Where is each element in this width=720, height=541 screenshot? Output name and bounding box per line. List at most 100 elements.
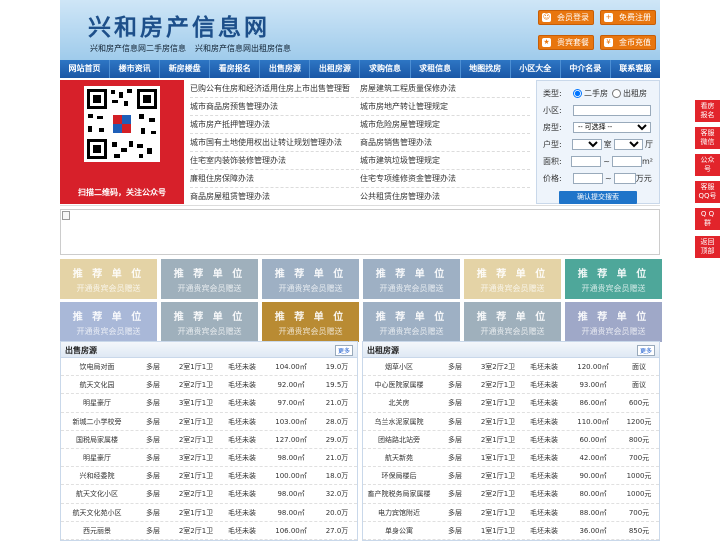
nav-for-rent[interactable]: 出租房源 (310, 60, 361, 78)
cell-community[interactable]: 国税局家属楼 (61, 431, 133, 448)
type-radio-secondhand[interactable] (573, 89, 582, 98)
district-input[interactable] (573, 105, 651, 116)
slogan-link-rent[interactable]: 兴和房产信息网出租房信息 (195, 44, 291, 53)
recommended-unit-slot[interactable]: 推 荐 单 位开通贵宾会员赠送 (363, 302, 460, 342)
cell-community[interactable]: 乌兰水泥家属院 (363, 413, 435, 430)
cell-community[interactable]: 北关房 (363, 394, 435, 411)
policy-link[interactable]: 商品房销售管理办法 (360, 134, 530, 151)
policy-link[interactable]: 廉租住房保障办法 (190, 170, 360, 187)
policy-link[interactable]: 房屋建筑工程质量保修办法 (360, 80, 530, 97)
table-row[interactable]: 烟草小区 多层 3室2厅2卫 毛坯未装 120.00㎡ 面议 (363, 358, 659, 377)
policy-link[interactable]: 城市国有土地使用权出让转让规划管理办法 (190, 134, 360, 151)
slogan-link-sale[interactable]: 兴和房产信息网二手房信息 (90, 44, 186, 53)
policy-link[interactable]: 公共租赁住房管理办法 (360, 188, 530, 205)
table-row[interactable]: 明星豪厅 多层 3室2厅1卫 毛坯未装 98.00㎡ 21.0万 (61, 449, 357, 468)
nav-map[interactable]: 地图找房 (461, 60, 511, 78)
cell-community[interactable]: 团结路北站旁 (363, 431, 435, 448)
cell-community[interactable]: 航天新苑 (363, 449, 435, 466)
table-row[interactable]: 北关房 多层 2室1厅1卫 毛坯未装 86.00㎡ 600元 (363, 394, 659, 413)
nav-news[interactable]: 楼市资讯 (110, 60, 161, 78)
policy-link[interactable]: 城市房产抵押管理办法 (190, 116, 360, 133)
recommended-unit-slot[interactable]: 推 荐 单 位开通贵宾会员赠送 (161, 259, 258, 299)
sidebar-viewing-signup-button[interactable]: 看房 报名 (695, 100, 720, 122)
table-row[interactable]: 航天新苑 多层 1室1厅1卫 毛坯未装 42.00㎡ 700元 (363, 449, 659, 468)
recommended-unit-slot[interactable]: 推 荐 单 位开通贵宾会员赠送 (262, 259, 359, 299)
table-row[interactable]: 团结路北站旁 多层 2室1厅1卫 毛坯未装 60.00㎡ 800元 (363, 431, 659, 449)
table-row[interactable]: 航天文化园 多层 2室2厅1卫 毛坯未装 92.00㎡ 19.5万 (61, 376, 357, 395)
banner-image[interactable] (60, 209, 660, 255)
recommended-unit-slot[interactable]: 推 荐 单 位开通贵宾会员赠送 (60, 302, 157, 342)
policy-link[interactable]: 商品房屋租赁管理办法 (190, 188, 360, 205)
cell-community[interactable]: 单身公寓 (363, 522, 435, 539)
recommended-unit-slot[interactable]: 推 荐 单 位开通贵宾会员赠送 (464, 302, 561, 342)
halls-select[interactable] (613, 139, 643, 150)
table-row[interactable]: 电力宾馆附近 多层 2室1厅1卫 毛坯未装 88.00㎡ 700元 (363, 504, 659, 522)
cell-community[interactable]: 航天文化园 (61, 376, 133, 393)
recommended-unit-slot[interactable]: 推 荐 单 位开通贵宾会员赠送 (262, 302, 359, 342)
table-row[interactable]: 明星豪厅 多层 3室1厅1卫 毛坯未装 97.00㎡ 21.0万 (61, 394, 357, 413)
sidebar-service-wechat-button[interactable]: 客服 微信 (695, 127, 720, 149)
cell-community[interactable]: 新城二小学校旁 (61, 413, 133, 430)
nav-home[interactable]: 网站首页 (60, 60, 111, 78)
policy-link[interactable]: 已购公有住房和经济适用住房上市出售管理暂 (190, 80, 360, 97)
cell-community[interactable]: 航天文化小区 (61, 485, 133, 502)
sidebar-service-qq-button[interactable]: 客服 QQ号 (695, 181, 720, 203)
cell-community[interactable]: 烟草小区 (363, 358, 435, 375)
table-row[interactable]: 西元丽景 多层 2室2厅1卫 毛坯未装 106.00㎡ 27.0万 (61, 522, 357, 540)
nav-for-sale[interactable]: 出售房源 (260, 60, 311, 78)
table-row[interactable]: 单身公寓 多层 1室1厅1卫 毛坯未装 36.00㎡ 850元 (363, 522, 659, 540)
sidebar-qq-group-button[interactable]: Q Q群 (695, 208, 720, 230)
table-row[interactable]: 航天文化小区 多层 2室2厅1卫 毛坯未装 98.00㎡ 32.0万 (61, 485, 357, 504)
recommended-unit-slot[interactable]: 推 荐 单 位开通贵宾会员赠送 (60, 259, 157, 299)
recommended-unit-slot[interactable]: 推 荐 单 位开通贵宾会员赠送 (464, 259, 561, 299)
table-row[interactable]: 中心医院家属楼 多层 2室2厅1卫 毛坯未装 93.00㎡ 面议 (363, 376, 659, 395)
nav-new-homes[interactable]: 新房楼盘 (160, 60, 211, 78)
coin-recharge-button[interactable]: ¥ 金币充值 (600, 35, 656, 50)
price-max-input[interactable] (613, 173, 636, 184)
search-submit-button[interactable]: 确认提交搜索 (559, 191, 637, 204)
vip-package-button[interactable]: ★ 贵宾套餐 (538, 35, 594, 50)
policy-link[interactable]: 城市房地产转让管理规定 (360, 98, 530, 115)
recommended-unit-slot[interactable]: 推 荐 单 位开通贵宾会员赠送 (565, 302, 662, 342)
table-row[interactable]: 航天文化苑小区 多层 2室1厅1卫 毛坯未装 98.00㎡ 20.0万 (61, 504, 357, 522)
policy-link[interactable]: 城市危险房屋管理规定 (360, 116, 530, 133)
sale-more-button[interactable]: 更多 (334, 345, 353, 356)
recommended-unit-slot[interactable]: 推 荐 单 位开通贵宾会员赠送 (565, 259, 662, 299)
policy-link[interactable]: 城市商品房预售管理办法 (190, 98, 360, 115)
cell-community[interactable]: 环保局楼后 (363, 467, 435, 484)
table-row[interactable]: 环保局楼后 多层 2室1厅1卫 毛坯未装 90.00㎡ 1000元 (363, 467, 659, 486)
table-row[interactable]: 畜产院税务局家属楼 多层 2室2厅1卫 毛坯未装 80.00㎡ 1000元 (363, 485, 659, 504)
recommended-unit-slot[interactable]: 推 荐 单 位开通贵宾会员赠送 (161, 302, 258, 342)
sidebar-official-account-button[interactable]: 公众号 (695, 154, 720, 176)
cell-community[interactable]: 航天文化苑小区 (61, 504, 133, 521)
login-button[interactable]: ☺ 会员登录 (538, 10, 594, 25)
rooms-select[interactable] (572, 139, 602, 150)
table-row[interactable]: 兴和经委院 多层 2室1厅1卫 毛坯未装 100.00㎡ 18.0万 (61, 467, 357, 486)
cell-community[interactable]: 兴和经委院 (61, 467, 133, 484)
type-radio-rent[interactable] (612, 89, 621, 98)
nav-wanted-buy[interactable]: 求购信息 (360, 60, 411, 78)
site-logo[interactable]: 兴和房产信息网 (88, 8, 270, 42)
cell-community[interactable]: 畜产院税务局家属楼 (363, 485, 435, 502)
cell-community[interactable]: 电力宾馆附近 (363, 504, 435, 521)
policy-link[interactable]: 城市建筑垃圾管理规定 (360, 152, 530, 169)
table-row[interactable]: 国税局家属楼 多层 2室2厅1卫 毛坯未装 127.00㎡ 29.0万 (61, 431, 357, 449)
rent-more-button[interactable]: 更多 (636, 345, 655, 356)
register-button[interactable]: + 免费注册 (600, 10, 656, 25)
recommended-unit-slot[interactable]: 推 荐 单 位开通贵宾会员赠送 (363, 259, 460, 299)
table-row[interactable]: 饮电局对面 多层 2室1厅1卫 毛坯未装 104.00㎡ 19.0万 (61, 358, 357, 377)
nav-agencies[interactable]: 中介名录 (561, 60, 611, 78)
sidebar-back-to-top-button[interactable]: 返回 顶部 (695, 236, 720, 258)
price-min-input[interactable] (573, 173, 603, 184)
nav-communities[interactable]: 小区大全 (511, 60, 561, 78)
table-row[interactable]: 新城二小学校旁 多层 2室1厅1卫 毛坯未装 103.00㎡ 28.0万 (61, 413, 357, 431)
area-min-input[interactable] (571, 156, 602, 167)
nav-contact[interactable]: 联系客服 (611, 60, 660, 78)
room-select[interactable]: -- 可选择 -- (573, 122, 651, 133)
table-row[interactable]: 乌兰水泥家属院 多层 2室1厅1卫 毛坯未装 110.00㎡ 1200元 (363, 413, 659, 431)
policy-link[interactable]: 住宅室内装饰装修管理办法 (190, 152, 360, 169)
cell-community[interactable]: 西元丽景 (61, 522, 133, 539)
nav-wanted-rent[interactable]: 求租信息 (411, 60, 461, 78)
nav-viewing-signup[interactable]: 看房报名 (210, 60, 261, 78)
cell-community[interactable]: 明星豪厅 (61, 394, 133, 411)
